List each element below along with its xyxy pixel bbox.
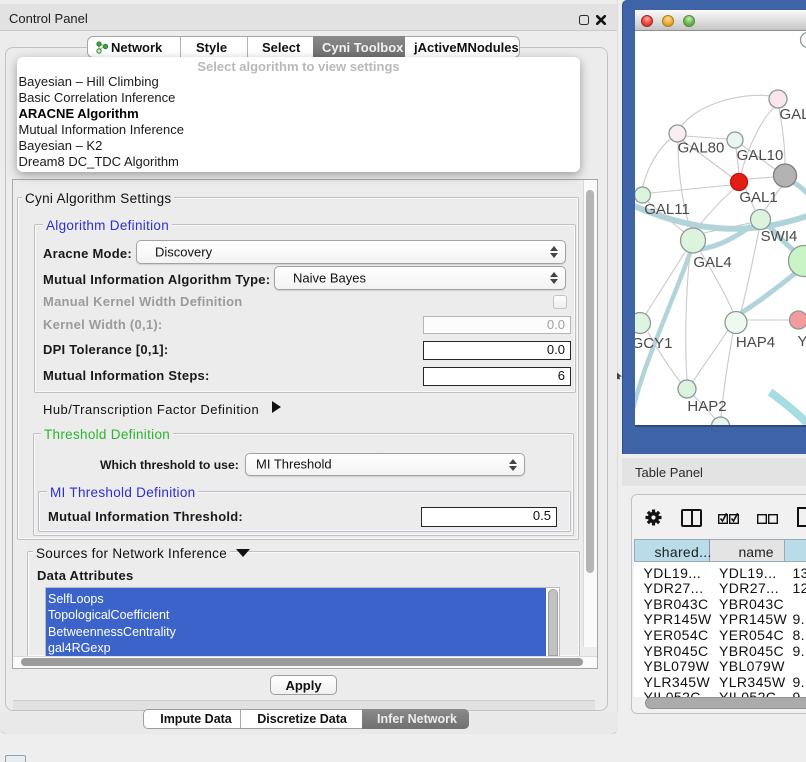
svg-text:GAL1: GAL1	[739, 189, 777, 206]
svg-text:GAL4: GAL4	[693, 254, 731, 271]
svg-text:GAL10: GAL10	[737, 147, 784, 164]
svg-text:HAP4: HAP4	[736, 334, 775, 351]
svg-text:HAP2: HAP2	[687, 398, 726, 415]
svg-text:GAL11: GAL11	[644, 201, 690, 218]
svg-text:GAL80: GAL80	[678, 140, 725, 157]
svg-text:SWI4: SWI4	[761, 228, 798, 245]
svg-text:GCY1: GCY1	[635, 335, 672, 352]
svg-text:YEL: YEL	[798, 333, 806, 350]
svg-text:GAL7: GAL7	[780, 106, 806, 123]
